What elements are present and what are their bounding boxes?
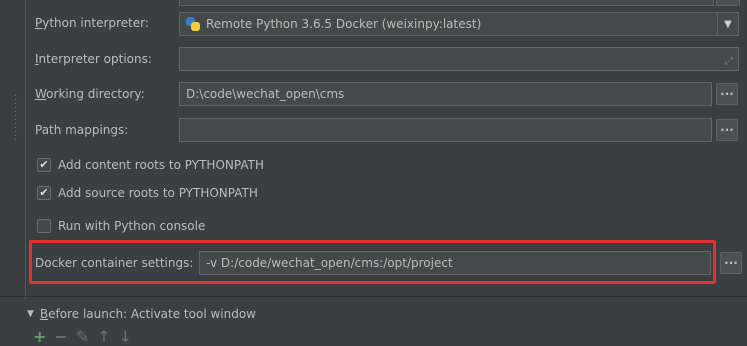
move-down-icon[interactable]: ↓ [119,329,132,345]
run-with-python-console-checkbox[interactable] [37,219,51,233]
previous-field-edge [179,0,714,6]
docker-container-settings-browse-button[interactable]: ... [720,252,742,274]
interpreter-options-label: Interpreter options: [35,52,152,66]
path-mappings-label: Path mappings: [35,123,129,137]
run-with-python-console-checkbox-row[interactable]: Run with Python console [37,219,205,233]
add-source-roots-checkbox[interactable]: ✔ [37,186,51,200]
section-divider [0,296,747,297]
path-mappings-input[interactable] [179,118,712,142]
working-directory-value: D:\code\wechat_open\cms [186,87,345,101]
add-source-roots-label[interactable]: Add source roots to PYTHONPATH [58,186,258,200]
before-launch-label: Before launch: Activate tool window [39,307,256,321]
path-mappings-browse-button[interactable]: ... [716,119,738,141]
run-with-python-console-label[interactable]: Run with Python console [58,219,205,233]
highlight-box [29,240,716,284]
before-launch-header[interactable]: ▼ Before launch: Activate tool window [27,307,256,321]
before-launch-toolbar: + − ✎ ↑ ↓ [33,329,132,345]
python-interpreter-label: Python interpreter: [35,16,149,30]
add-content-roots-label[interactable]: Add content roots to PYTHONPATH [58,158,264,172]
move-up-icon[interactable]: ↑ [97,329,110,345]
add-content-roots-checkbox[interactable]: ✔ [37,158,51,172]
add-source-roots-checkbox-row[interactable]: ✔ Add source roots to PYTHONPATH [37,186,258,200]
python-interpreter-value: Remote Python 3.6.5 Docker (weixinpy:lat… [206,17,482,31]
gutter-divider [25,0,26,300]
working-directory-label: Working directory: [35,87,145,101]
drag-handle-icon[interactable]: · · · · · · · · · · · · [14,92,20,146]
working-directory-input[interactable]: D:\code\wechat_open\cms [179,82,712,106]
chevron-down-icon[interactable]: ▼ [717,13,738,35]
previous-browse-button-edge [716,0,740,6]
triangle-down-icon[interactable]: ▼ [27,309,34,319]
expand-arrows-icon[interactable]: ⤢ [725,51,733,73]
edit-icon[interactable]: ✎ [76,329,89,345]
python-interpreter-select[interactable]: Remote Python 3.6.5 Docker (weixinpy:lat… [179,12,739,36]
working-directory-browse-button[interactable]: ... [716,83,738,105]
left-gutter [0,0,27,342]
add-icon[interactable]: + [33,329,46,345]
remove-icon[interactable]: − [54,329,67,345]
interpreter-options-input[interactable]: ⤢ [179,47,739,71]
add-content-roots-checkbox-row[interactable]: ✔ Add content roots to PYTHONPATH [37,158,264,172]
python-logo-icon [186,17,200,31]
